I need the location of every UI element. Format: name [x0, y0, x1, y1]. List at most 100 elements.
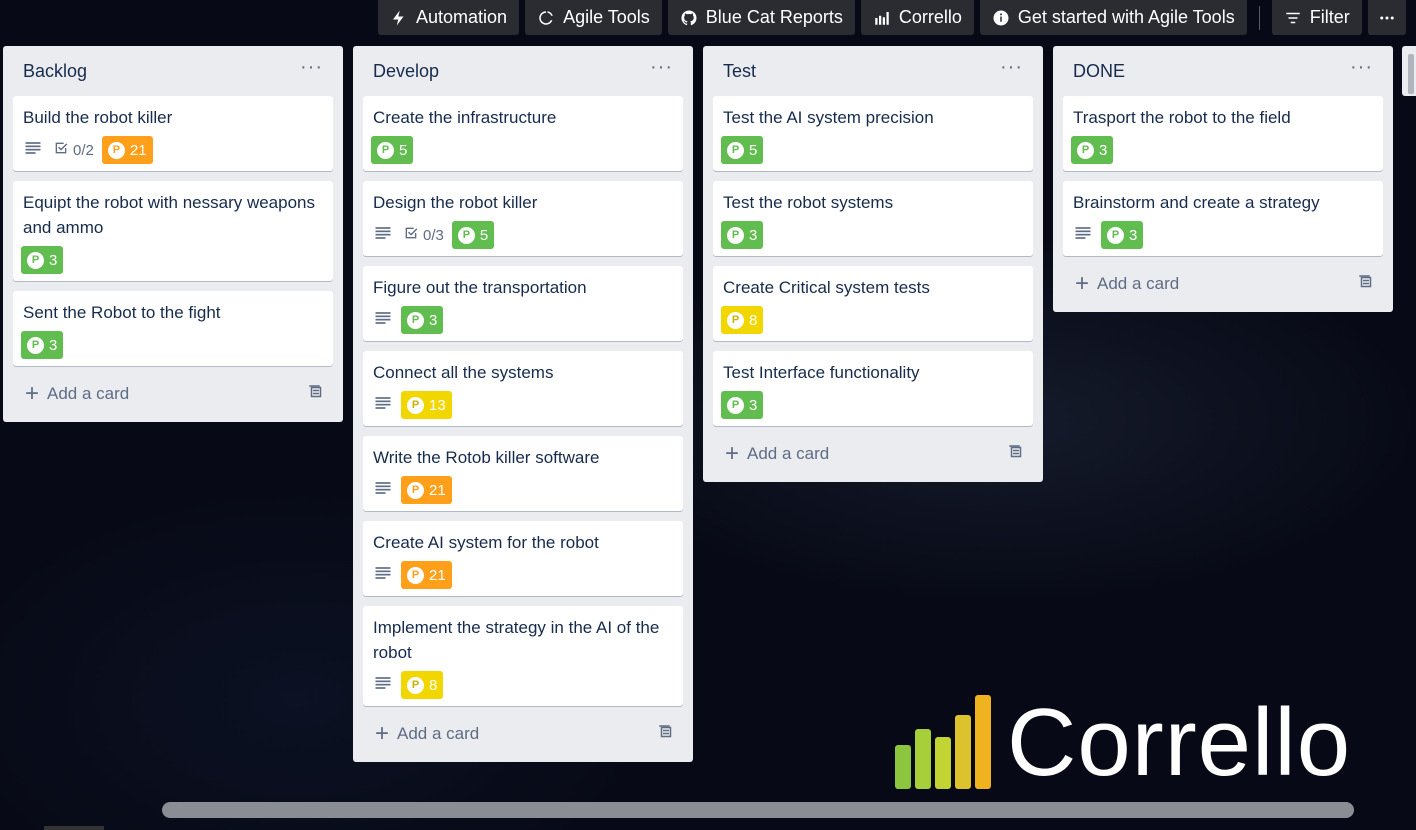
list-header[interactable]: Backlog ··· — [13, 46, 333, 96]
story-points-badge[interactable]: P3 — [21, 246, 64, 274]
list-title[interactable]: Test — [723, 61, 756, 82]
story-points-badge[interactable]: P 13 — [401, 391, 452, 419]
card-template-icon[interactable] — [307, 383, 325, 406]
points-value: 21 — [129, 141, 147, 159]
scrollbar-track-stub — [44, 826, 104, 830]
list-backlog: Backlog ··· Build the robot killer 0/2 P 21 Eq… — [3, 46, 343, 422]
points-icon: P — [727, 141, 744, 159]
points-icon: P — [407, 676, 424, 694]
horizontal-scrollbar[interactable] — [162, 802, 1354, 818]
list-title[interactable]: DONE — [1073, 61, 1125, 82]
card-title: Equipt the robot with nessary weapons an… — [23, 193, 316, 237]
list-header[interactable]: Test ··· — [713, 46, 1033, 96]
board-header-toolbar: Automation Agile Tools Blue Cat Reports … — [378, 0, 1406, 35]
points-icon: P — [407, 396, 424, 414]
checklist-icon — [403, 225, 419, 245]
story-points-badge[interactable]: P5 — [721, 136, 764, 164]
points-value: 5 — [749, 141, 758, 159]
points-value: 5 — [399, 141, 408, 159]
description-icon — [373, 673, 393, 698]
points-value: 3 — [429, 311, 438, 329]
add-card-button[interactable]: + Add a card — [25, 382, 129, 406]
automation-button[interactable]: Automation — [378, 0, 520, 35]
card[interactable]: Create AI system for the robot P 21 — [363, 521, 683, 596]
card-template-icon[interactable] — [1357, 273, 1375, 296]
card[interactable]: Design the robot killer 0/3 P 5 — [363, 181, 683, 256]
card[interactable]: Test the robot systems P 3 — [713, 181, 1033, 256]
points-icon: P — [727, 226, 744, 244]
points-icon: P — [377, 141, 394, 159]
card-template-icon[interactable] — [657, 723, 675, 746]
corrello-logo-mark — [895, 695, 991, 789]
story-points-badge[interactable]: P8 — [401, 671, 444, 699]
get-started-button[interactable]: Get started with Agile Tools — [979, 0, 1247, 35]
list-header[interactable]: Develop ··· — [363, 46, 683, 96]
add-card-button[interactable]: + Add a card — [1075, 272, 1179, 296]
card-badges: 0/2 P 21 — [23, 135, 323, 165]
story-points-badge[interactable]: P3 — [721, 391, 764, 419]
add-card-row: + Add a card — [1063, 266, 1383, 302]
list-title[interactable]: Develop — [373, 61, 439, 82]
story-points-badge[interactable]: P 21 — [401, 476, 452, 504]
card[interactable]: Build the robot killer 0/2 P 21 — [13, 96, 333, 171]
list-menu-icon[interactable]: ··· — [300, 57, 323, 85]
story-points-badge[interactable]: P8 — [721, 306, 764, 334]
card-title: Create AI system for the robot — [373, 533, 599, 552]
description-icon — [373, 308, 393, 333]
agile-tools-button[interactable]: Agile Tools — [525, 0, 662, 35]
points-icon: P — [407, 311, 424, 329]
points-icon: P — [457, 226, 475, 244]
checklist-badge: 0/3 — [403, 225, 444, 245]
more-menu-button[interactable] — [1367, 0, 1406, 35]
story-points-badge[interactable]: P5 — [371, 136, 414, 164]
story-points-badge[interactable]: P 21 — [101, 136, 153, 164]
list-menu-icon[interactable]: ··· — [1000, 57, 1023, 85]
description-icon — [1073, 223, 1093, 248]
checklist-count: 0/2 — [73, 141, 94, 159]
story-points-badge[interactable]: P3 — [1101, 221, 1144, 249]
next-list-stub[interactable] — [1402, 46, 1416, 96]
story-points-badge[interactable]: P3 — [1071, 136, 1114, 164]
card[interactable]: Test the AI system precision P 5 — [713, 96, 1033, 171]
card[interactable]: Connect all the systems P 13 — [363, 351, 683, 426]
card-badges: P3 — [721, 220, 1023, 250]
list-title[interactable]: Backlog — [23, 61, 87, 82]
story-points-badge[interactable]: P3 — [721, 221, 764, 249]
card[interactable]: Figure out the transportation P 3 — [363, 266, 683, 341]
card-title: Connect all the systems — [373, 363, 554, 382]
card[interactable]: Implement the strategy in the AI of the … — [363, 606, 683, 706]
corrello-button[interactable]: Corrello — [860, 0, 974, 35]
filter-icon — [1285, 12, 1300, 23]
card[interactable]: Create the infrastructure P 5 — [363, 96, 683, 171]
points-value: 21 — [429, 566, 446, 584]
list-menu-icon[interactable]: ··· — [1350, 57, 1373, 85]
card-badges: P3 — [1071, 135, 1373, 165]
corrello-label: Corrello — [898, 7, 962, 27]
points-icon: P — [27, 336, 44, 354]
list-header[interactable]: DONE ··· — [1063, 46, 1383, 96]
filter-button[interactable]: Filter — [1271, 0, 1362, 35]
story-points-badge[interactable]: P 21 — [401, 561, 452, 589]
automation-label: Automation — [416, 7, 508, 27]
story-points-badge[interactable]: P3 — [21, 331, 64, 359]
card[interactable]: Write the Rotob killer software P 21 — [363, 436, 683, 511]
points-value: 3 — [749, 226, 758, 244]
story-points-badge[interactable]: P3 — [401, 306, 444, 334]
points-value: 3 — [49, 336, 58, 354]
card[interactable]: Create Critical system tests P 8 — [713, 266, 1033, 341]
card[interactable]: Trasport the robot to the field P 3 — [1063, 96, 1383, 171]
card[interactable]: Brainstorm and create a strategy P 3 — [1063, 181, 1383, 256]
blue-cat-reports-button[interactable]: Blue Cat Reports — [667, 0, 855, 35]
list-menu-icon[interactable]: ··· — [650, 57, 673, 85]
points-icon: P — [727, 311, 744, 329]
card[interactable]: Equipt the robot with nessary weapons an… — [13, 181, 333, 281]
card[interactable]: Test Interface functionality P 3 — [713, 351, 1033, 426]
add-card-button[interactable]: + Add a card — [375, 722, 479, 746]
card-template-icon[interactable] — [1007, 443, 1025, 466]
card[interactable]: Sent the Robot to the fight P 3 — [13, 291, 333, 366]
agile-tools-label: Agile Tools — [563, 7, 650, 27]
story-points-badge[interactable]: P5 — [451, 221, 495, 249]
checklist-badge: 0/2 — [53, 140, 94, 160]
card-title: Test the AI system precision — [723, 108, 934, 127]
add-card-button[interactable]: + Add a card — [725, 442, 829, 466]
